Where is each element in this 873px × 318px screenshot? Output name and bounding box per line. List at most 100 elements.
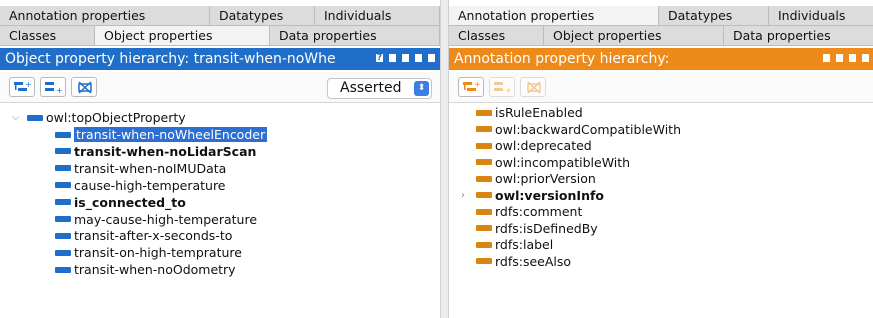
tree-item[interactable]: transit-when-noLidarScan (55, 144, 256, 160)
tree-item[interactable]: transit-when-noOdometry (55, 262, 236, 278)
tree-item-label: cause-high-temperature (74, 177, 226, 193)
tab-object-properties[interactable]: Object properties (544, 26, 724, 46)
tab-annotation-properties[interactable]: Annotation properties (0, 6, 210, 26)
object-property-icon (27, 114, 43, 121)
add-sibling-icon: + (494, 82, 512, 94)
maximize-icon[interactable] (847, 52, 858, 64)
object-property-icon (55, 232, 71, 239)
tree-item-label: may-cause-high-temperature (74, 211, 258, 227)
help-icon[interactable]: ? (374, 52, 385, 64)
view-title: Annotation property hierarchy: (449, 48, 873, 70)
tab-annotation-properties[interactable]: Annotation properties (449, 6, 659, 26)
hierarchy-toolbar: + + Asserted ⬍ (0, 72, 440, 103)
tree-item[interactable]: cause-high-temperature (55, 178, 226, 194)
annotation-property-icon (476, 258, 492, 264)
object-property-icon (55, 266, 71, 273)
delete-property-button[interactable] (71, 77, 97, 97)
expand-arrow-icon[interactable]: › (461, 188, 465, 204)
tree-item[interactable]: rdfs:comment (476, 204, 582, 220)
tree-item[interactable]: isRuleEnabled (476, 105, 583, 121)
split-view-icon[interactable] (387, 52, 398, 64)
tab-data-properties[interactable]: Data properties (724, 26, 873, 46)
tab-classes[interactable]: Classes (0, 26, 95, 46)
delete-property-button[interactable] (520, 77, 546, 97)
tree-item[interactable]: owl:priorVersion (476, 171, 596, 187)
annotation-property-icon (476, 192, 492, 198)
add-subproperty-icon: + (14, 81, 32, 91)
tab-individuals[interactable]: Individuals (769, 6, 873, 26)
annotation-property-icon (476, 241, 492, 248)
expand-chevron-icon[interactable]: ⌵ (12, 110, 20, 126)
tree-item[interactable]: › owl:versionInfo (461, 187, 604, 204)
tree-item[interactable]: transit-when-noWheelEncoder (55, 127, 268, 143)
tab-individuals[interactable]: Individuals (315, 6, 440, 26)
panel-divider[interactable] (440, 0, 448, 318)
add-subproperty-button[interactable]: + (458, 77, 484, 97)
tree-item-label: owl:versionInfo (495, 187, 604, 203)
tree-item-label: owl:incompatibleWith (495, 154, 631, 170)
add-sibling-button[interactable]: + (40, 77, 66, 97)
tree-item[interactable]: may-cause-high-temperature (55, 212, 257, 228)
tree-item[interactable]: owl:backwardCompatibleWith (476, 122, 681, 138)
tree-item[interactable]: rdfs:label (476, 237, 553, 253)
tree-item[interactable]: rdfs:seeAlso (476, 254, 571, 270)
close-icon[interactable] (426, 52, 437, 64)
tree-item-label: transit-on-high-temprature (74, 245, 242, 261)
object-property-panel: Annotation properties Datatypes Individu… (0, 0, 441, 318)
annotation-property-icon (476, 142, 492, 149)
svg-text:+: + (474, 81, 481, 89)
maximize-icon[interactable] (413, 52, 424, 64)
tab-row-bottom: Classes Object properties Data propertie… (0, 26, 440, 46)
tab-datatypes[interactable]: Datatypes (659, 6, 769, 26)
object-property-icon (55, 182, 71, 189)
tab-row-top: Annotation properties Datatypes Individu… (0, 6, 440, 26)
tree-item[interactable]: transit-when-noIMUData (55, 161, 226, 177)
hierarchy-toolbar: + + (449, 72, 873, 103)
annotation-property-icon (476, 208, 492, 215)
object-property-icon (55, 216, 71, 222)
annotation-property-panel: Annotation properties Datatypes Individu… (448, 0, 873, 318)
tree-item[interactable]: rdfs:isDefinedBy (476, 221, 598, 237)
hierarchy-mode-value: Asserted (340, 80, 402, 96)
svg-text:+: + (25, 81, 32, 89)
view-title-text: Object property hierarchy: transit-when-… (5, 51, 336, 67)
add-sibling-icon: + (45, 82, 63, 94)
tree-item-label: transit-after-x-seconds-to (74, 228, 233, 244)
tree-item-label: owl:backwardCompatibleWith (495, 121, 681, 137)
tree-item[interactable]: is_connected_to (55, 195, 186, 211)
tab-row-bottom: Classes Object properties Data propertie… (449, 26, 873, 46)
tab-row-top: Annotation properties Datatypes Individu… (449, 6, 873, 26)
tree-item[interactable]: transit-on-high-temprature (55, 245, 242, 261)
add-subproperty-button[interactable]: + (9, 77, 35, 97)
tree-item[interactable]: owl:incompatibleWith (476, 155, 630, 171)
tree-item-label: transit-when-noOdometry (74, 262, 236, 278)
hierarchy-mode-select[interactable]: Asserted ⬍ (327, 78, 432, 99)
add-sibling-button[interactable]: + (489, 77, 515, 97)
annotation-property-icon (476, 126, 492, 132)
object-property-icon (55, 131, 71, 138)
minimize-icon[interactable] (834, 52, 845, 64)
tab-object-properties[interactable]: Object properties (95, 26, 270, 46)
tree-item-label: rdfs:isDefinedBy (495, 220, 598, 236)
tree-root[interactable]: ⌵ owl:topObjectProperty (12, 110, 186, 126)
view-title: Object property hierarchy: transit-when-… (0, 48, 440, 70)
tab-data-properties[interactable]: Data properties (270, 26, 440, 46)
object-property-icon (55, 199, 71, 206)
split-view-icon[interactable] (821, 52, 832, 64)
view-controls: ? (374, 52, 437, 64)
tree-item-label: rdfs:comment (495, 204, 583, 219)
svg-text:+: + (56, 86, 63, 94)
object-property-icon (55, 165, 71, 172)
tree-item[interactable]: owl:deprecated (476, 138, 592, 154)
tab-datatypes[interactable]: Datatypes (210, 6, 315, 26)
add-subproperty-icon: + (463, 81, 481, 91)
tree-item[interactable]: transit-after-x-seconds-to (55, 228, 232, 244)
object-property-icon (55, 148, 71, 155)
tree-item-label: transit-when-noWheelEncoder (74, 127, 268, 142)
tree-item-label: transit-when-noIMUData (74, 160, 227, 176)
tree-item-label: owl:priorVersion (495, 171, 596, 186)
close-icon[interactable] (860, 52, 871, 64)
minimize-icon[interactable] (400, 52, 411, 64)
tab-classes[interactable]: Classes (449, 26, 544, 46)
svg-text:+: + (505, 86, 512, 94)
